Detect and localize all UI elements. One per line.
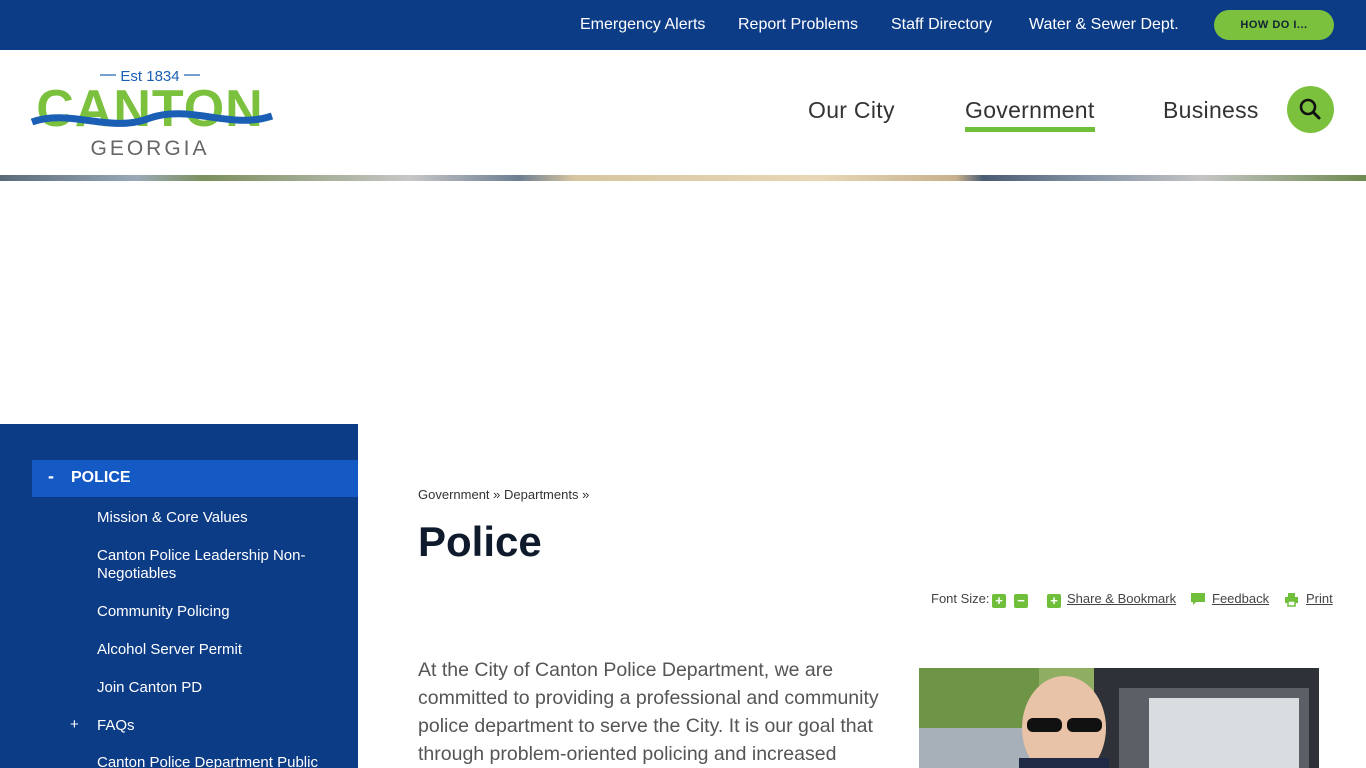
feedback-link[interactable]: Feedback [1212,591,1269,606]
nav-our-city[interactable]: Our City [808,97,895,124]
font-increase-icon[interactable]: + [992,594,1006,608]
sidebar-item-faqs[interactable]: FAQs [97,717,327,735]
collapse-icon[interactable]: - [48,466,54,487]
share-icon: + [1047,594,1061,608]
canton-logo[interactable]: Est 1834 CANTON GEORGIA [30,64,275,160]
sidebar-item-public[interactable]: Canton Police Department Public [97,754,347,768]
banner-image [0,175,1366,181]
water-sewer-link[interactable]: Water & Sewer Dept. [1029,16,1179,34]
sidebar-item-community-policing[interactable]: Community Policing [97,603,327,621]
emergency-alerts-link[interactable]: Emergency Alerts [580,16,705,34]
logo-graphic: Est 1834 CANTON GEORGIA [30,68,274,160]
utility-bar: Emergency Alerts Report Problems Staff D… [0,0,1366,50]
how-do-i-button[interactable]: HOW DO I... [1214,10,1334,40]
site-header: Est 1834 CANTON GEORGIA Our City Governm… [0,50,1366,175]
sidebar-item-join[interactable]: Join Canton PD [97,679,327,697]
officer-image [919,668,1319,768]
sidebar-item-leadership[interactable]: Canton Police Leadership Non-Negotiables [97,547,327,583]
page-title: Police [418,518,542,565]
logo-canton-text: CANTON [36,80,263,138]
breadcrumb-separator: » [582,487,590,502]
search-button[interactable] [1287,86,1334,133]
sidebar-item-mission[interactable]: Mission & Core Values [97,509,327,527]
sidebar-title[interactable]: POLICE [71,469,131,487]
sidebar-item-alcohol-permit[interactable]: Alcohol Server Permit [97,641,327,659]
breadcrumb-separator: » [493,487,501,502]
breadcrumb: Government » Departments » [418,487,589,502]
intro-paragraph: At the City of Canton Police Department,… [418,659,879,765]
print-link[interactable]: Print [1306,591,1333,606]
breadcrumb-government[interactable]: Government [418,487,490,502]
nav-government[interactable]: Government [965,97,1095,124]
staff-directory-link[interactable]: Staff Directory [891,16,992,34]
nav-business[interactable]: Business [1163,97,1259,124]
search-icon [1299,98,1321,120]
share-bookmark-link[interactable]: Share & Bookmark [1067,591,1176,606]
police-officer-photo [919,668,1319,768]
breadcrumb-departments[interactable]: Departments [504,487,578,502]
nav-active-indicator [965,127,1095,132]
logo-georgia-text: GEORGIA [90,137,209,159]
print-icon [1285,593,1298,607]
expand-icon[interactable]: + [70,716,79,733]
feedback-icon [1191,593,1205,605]
report-problems-link[interactable]: Report Problems [738,16,858,34]
font-decrease-icon[interactable]: − [1014,594,1028,608]
font-size-label: Font Size: [931,591,990,606]
